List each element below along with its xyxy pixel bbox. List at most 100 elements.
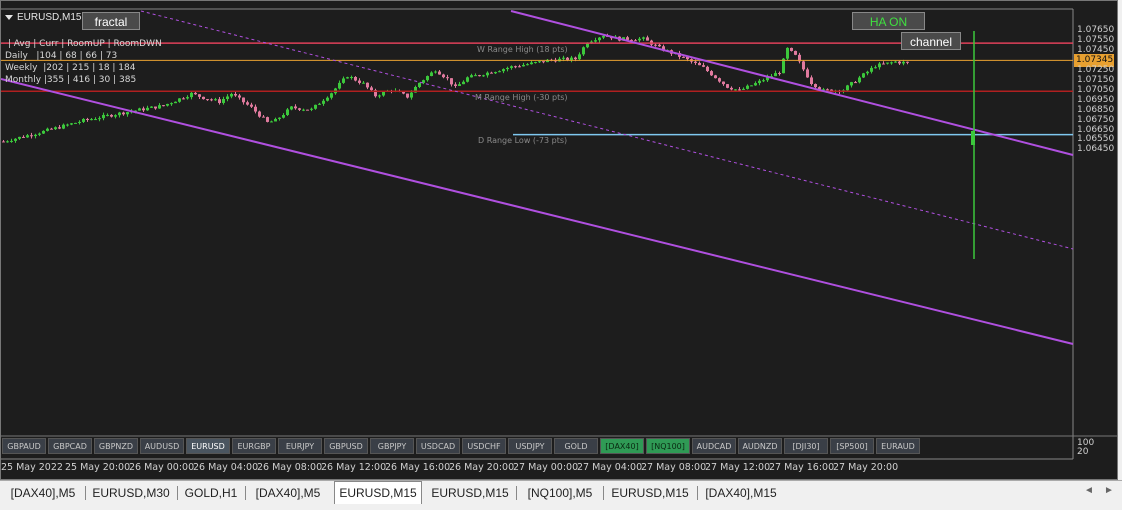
symbol-button[interactable]: EURUSD xyxy=(186,438,230,454)
chart-tab[interactable]: EURUSD,M30 xyxy=(88,483,174,503)
chart-window[interactable]: EURUSD,M15 fractal HA ON channel | Avg |… xyxy=(0,0,1118,480)
candle-body xyxy=(626,37,629,40)
candle-body xyxy=(270,121,273,123)
symbol-button[interactable]: AUDUSD xyxy=(140,438,184,454)
symbol-button[interactable]: GBPJPY xyxy=(370,438,414,454)
candle-body xyxy=(14,138,17,141)
price-tick-label: 1.07650 xyxy=(1077,25,1115,35)
candle-body xyxy=(34,134,37,137)
candle-body xyxy=(54,127,57,130)
stats-row-weekly: Weekly |202 | 215 | 18 | 184 xyxy=(5,63,136,73)
chart-tab[interactable]: [DAX40],M15 xyxy=(700,483,782,503)
symbol-button[interactable]: [NQ100] xyxy=(646,438,690,454)
price-chart[interactable] xyxy=(1,1,1117,479)
candle-body xyxy=(222,98,225,103)
chart-tab[interactable]: EURUSD,M15 xyxy=(427,483,513,503)
price-tick-label: 1.06950 xyxy=(1077,94,1115,105)
chart-tab[interactable]: [DAX40],M5 xyxy=(4,483,82,503)
candle-body xyxy=(850,82,853,86)
candle-body xyxy=(462,81,465,85)
symbol-button[interactable]: USDCAD xyxy=(416,438,460,454)
candle-body xyxy=(494,72,497,74)
candle-body xyxy=(634,40,637,42)
candle-body xyxy=(306,109,309,111)
symbol-button[interactable]: USDJPY xyxy=(508,438,552,454)
candle-body xyxy=(410,92,413,98)
ha-on-button[interactable]: HA ON xyxy=(852,12,925,30)
candle-body xyxy=(570,57,573,61)
fractal-button[interactable]: fractal xyxy=(82,12,140,30)
chart-tab[interactable]: [DAX40],M5 xyxy=(247,483,329,503)
candle-body xyxy=(138,108,141,111)
candle-body xyxy=(846,85,849,91)
symbol-button[interactable]: [DJI30] xyxy=(784,438,828,454)
tabs-scroll-left-icon[interactable]: ◄ xyxy=(1084,485,1094,496)
candle-body xyxy=(730,87,733,90)
candle-body xyxy=(602,35,605,38)
candle-body xyxy=(198,94,201,97)
candle-body xyxy=(186,97,189,99)
candle-body xyxy=(718,78,721,82)
candle-body xyxy=(166,103,169,106)
price-tick-label: 1.07250 xyxy=(1077,64,1115,75)
chart-tab[interactable]: EURUSD,M15 xyxy=(606,483,694,503)
tab-separator xyxy=(603,486,604,500)
candle-body xyxy=(882,63,885,65)
symbol-button[interactable]: USDCHF xyxy=(462,438,506,454)
candle-body xyxy=(890,62,893,64)
candle-body xyxy=(346,77,349,79)
candle-body xyxy=(330,93,333,98)
candle-body xyxy=(478,75,481,77)
symbol-button[interactable]: AUDCAD xyxy=(692,438,736,454)
candle-body xyxy=(210,99,213,101)
chart-menu-icon[interactable] xyxy=(5,14,13,20)
price-tick-label: 1.06550 xyxy=(1077,134,1115,145)
time-tick-label: 25 May 20:00 xyxy=(65,462,131,473)
candle-body xyxy=(642,37,645,39)
candle-body xyxy=(74,122,77,124)
symbol-button[interactable]: GBPCAD xyxy=(48,438,92,454)
price-tick-label: 1.06650 xyxy=(1077,124,1115,135)
candle-body xyxy=(278,117,281,119)
candle-body xyxy=(658,44,661,47)
symbol-button[interactable]: GBPNZD xyxy=(94,438,138,454)
symbol-button[interactable]: EURAUD xyxy=(876,438,920,454)
candle-body xyxy=(178,98,181,102)
chart-tab[interactable]: EURUSD,M15 xyxy=(334,481,422,504)
candle-body xyxy=(234,93,237,96)
candle-body xyxy=(194,92,197,95)
symbol-button[interactable]: GBPAUD xyxy=(2,438,46,454)
symbol-button[interactable]: EURJPY xyxy=(278,438,322,454)
sub-window-scale-bottom: 20 xyxy=(1077,447,1089,457)
candle-body xyxy=(750,85,753,87)
symbol-button[interactable]: GOLD xyxy=(554,438,598,454)
time-tick-label: 27 May 12:00 xyxy=(705,462,771,473)
candle-body xyxy=(162,105,165,107)
symbol-button[interactable]: [SP500] xyxy=(830,438,874,454)
tab-separator xyxy=(516,486,517,500)
time-tick-label: 26 May 16:00 xyxy=(385,462,451,473)
candle-body xyxy=(814,84,817,88)
channel-button[interactable]: channel xyxy=(901,32,961,50)
time-tick-label: 27 May 16:00 xyxy=(769,462,835,473)
symbol-button[interactable]: [DAX40] xyxy=(600,438,644,454)
candle-body xyxy=(906,61,909,63)
symbol-button[interactable]: GBPUSD xyxy=(324,438,368,454)
candle-body xyxy=(714,75,717,79)
tab-separator xyxy=(177,486,178,500)
candle-body xyxy=(302,109,305,111)
candle-body xyxy=(726,84,729,88)
candle-body xyxy=(886,62,889,64)
symbol-button[interactable]: AUDNZD xyxy=(738,438,782,454)
tabs-scroll-right-icon[interactable]: ► xyxy=(1104,485,1114,496)
candle-body xyxy=(378,95,381,97)
candle-body xyxy=(498,71,501,73)
chart-tab[interactable]: GOLD,H1 xyxy=(180,483,242,503)
symbol-button[interactable]: EURGBP xyxy=(232,438,276,454)
candle-body xyxy=(526,64,529,66)
candle-body xyxy=(442,74,445,78)
candle-body xyxy=(458,84,461,86)
chart-tab[interactable]: [NQ100],M5 xyxy=(520,483,600,503)
candle-body xyxy=(566,57,569,61)
candle-body xyxy=(298,108,301,110)
